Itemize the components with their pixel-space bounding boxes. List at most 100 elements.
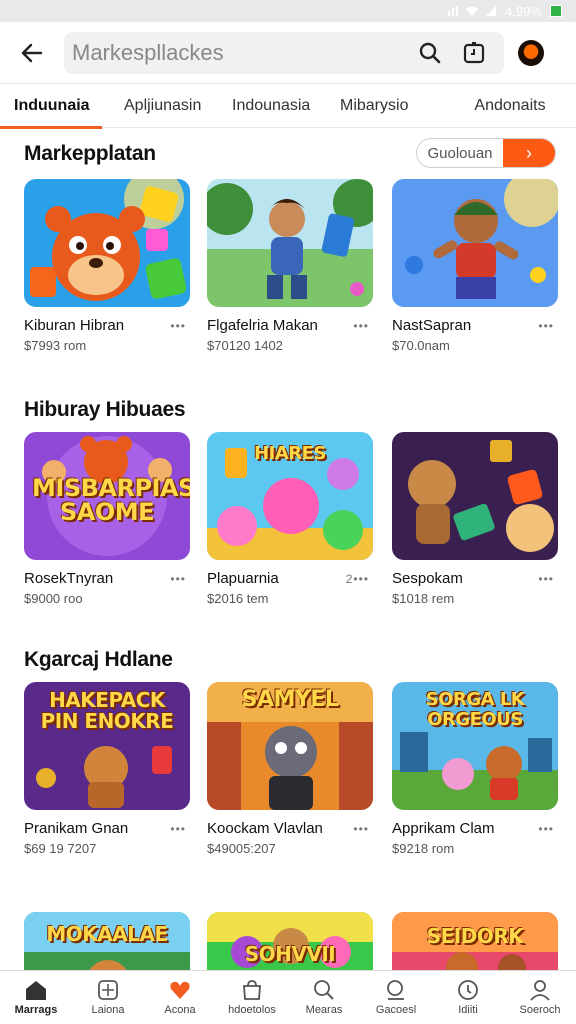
section-marketplace: Markepplatan Guolouan › Kiburan Hibran •… — [0, 128, 576, 368]
product-card[interactable]: SAMYEL Koockam Vlavlan ••• $49005:207 — [207, 682, 373, 856]
product-card[interactable]: SEIDORK — [392, 912, 558, 970]
product-name: RosekTnyran — [24, 570, 114, 587]
product-card[interactable]: SOHVVII — [207, 912, 373, 970]
more-options-button[interactable]: 2••• — [346, 572, 369, 586]
nav-gacoesl[interactable]: Gacoesl — [360, 971, 432, 1024]
art-title: HAKEPACK PIN ENOKRE — [40, 688, 174, 733]
more-options-button[interactable]: ••• — [170, 822, 186, 836]
product-name: Koockam Vlavlan — [207, 820, 323, 837]
product-thumbnail — [207, 179, 373, 307]
nav-idiiti[interactable]: Idiiti — [432, 971, 504, 1024]
tab-mibarysio[interactable]: Mibarysio — [326, 84, 444, 128]
section-title: Kgarcaj Hdlane — [24, 648, 173, 671]
product-card[interactable]: Flgafelria Makan ••• $70120 1402 — [207, 179, 373, 353]
tab-apljiunasin[interactable]: Apljiunasin — [110, 84, 218, 128]
product-card[interactable]: Kiburan Hibran ••• $7993 rom — [24, 179, 190, 353]
search-input[interactable] — [72, 39, 408, 66]
more-options-button[interactable]: ••• — [170, 572, 186, 586]
search-icon — [419, 42, 441, 63]
nav-acona[interactable]: Acona — [144, 971, 216, 1024]
product-card[interactable]: Sespokam ••• $1018 rem — [392, 432, 558, 606]
product-price: $70120 1402 — [207, 338, 283, 353]
art-title: SAMYEL — [241, 687, 339, 712]
cartoon-warrior-art — [392, 179, 558, 307]
product-thumbnail: MISBARPIAS SAOME — [24, 432, 190, 560]
section-title: Hiburay Hibuaes — [24, 398, 186, 421]
art-title: MISBARPIAS SAOME — [32, 474, 190, 526]
tab-label: Mibarysio — [340, 96, 409, 114]
home-icon — [24, 979, 48, 1001]
user-icon — [528, 979, 552, 1001]
bag-icon — [240, 979, 264, 1001]
product-thumbnail: SAMYEL — [207, 682, 373, 810]
product-price: $7993 rom — [24, 338, 87, 353]
nav-label: Gacoesl — [375, 1004, 417, 1016]
battery-text: 4.99% — [505, 3, 542, 19]
nav-laiona[interactable]: Laiona — [72, 971, 144, 1024]
product-card[interactable]: MISBARPIAS SAOME RosekTnyran ••• $9000 r… — [24, 432, 190, 606]
see-all-label: Guolouan — [427, 144, 493, 162]
tab-indounasia[interactable]: Indounasia — [218, 84, 326, 128]
top-bar — [0, 22, 576, 84]
heart-icon — [168, 979, 192, 1001]
nav-label: Acona — [164, 1004, 196, 1016]
product-thumbnail: HIARES — [207, 432, 373, 560]
product-name: NastSapran — [392, 317, 472, 334]
product-price: $9218 rom — [392, 841, 455, 856]
tab-andonaits[interactable]: Andonaits — [444, 84, 576, 128]
category-tabs: Induunaia Apljiunasin Indounasia Mibarys… — [0, 84, 576, 129]
product-card[interactable]: SORGA LK ORGEOUS Apprikam Clam ••• $9218… — [392, 682, 558, 856]
more-options-button[interactable]: ••• — [538, 572, 554, 586]
nav-hdoetolos[interactable]: hdoetolos — [216, 971, 288, 1024]
art-title: SEIDORK — [426, 924, 524, 948]
cartoon-animals-art — [392, 432, 558, 560]
search-button[interactable] — [408, 32, 452, 74]
tab-induunaia[interactable]: Induunaia — [0, 84, 110, 129]
product-thumbnail — [392, 179, 558, 307]
section-title: Markepplatan — [24, 142, 156, 165]
product-name: Kiburan Hibran — [24, 317, 125, 334]
product-card[interactable]: NastSapran ••• $70.0nam — [392, 179, 558, 353]
art-title: SOHVVII — [244, 942, 336, 966]
wifi-icon — [466, 6, 479, 16]
more-options-button[interactable]: ••• — [538, 319, 554, 333]
product-price: $9000 roo — [24, 591, 83, 606]
product-card[interactable]: MOKAALAE — [24, 912, 190, 970]
product-name: Pranikam Gnan — [24, 820, 129, 837]
product-thumbnail: SEIDORK — [392, 912, 558, 970]
product-name: Sespokam — [392, 570, 463, 587]
product-thumbnail — [392, 432, 558, 560]
cartoon-boy-art — [207, 179, 373, 307]
see-all-button[interactable]: Guolouan › — [416, 138, 556, 168]
product-thumbnail: HAKEPACK PIN ENOKRE — [24, 682, 190, 810]
nav-label: Mearas — [305, 1004, 343, 1016]
product-card[interactable]: HAKEPACK PIN ENOKRE Pranikam Gnan ••• $6… — [24, 682, 190, 856]
tab-label: Induunaia — [14, 96, 90, 114]
product-name: Apprikam Clam — [392, 820, 495, 837]
section-hiburan: Hiburay Hibuaes MISBARPIAS SAOME RosekTn… — [0, 384, 576, 624]
more-options-button[interactable]: ••• — [170, 319, 186, 333]
nav-soeroch[interactable]: Soeroch — [504, 971, 576, 1024]
tab-label: Apljiunasin — [124, 96, 202, 114]
chevron-right-icon: › — [503, 139, 555, 167]
signal-icon — [448, 6, 459, 16]
profile-avatar[interactable] — [518, 39, 544, 66]
more-options-button[interactable]: ••• — [353, 319, 369, 333]
more-options-button[interactable]: ••• — [353, 822, 369, 836]
product-price: $2016 tem — [207, 591, 269, 606]
search-box — [64, 31, 504, 74]
nav-label: Laiona — [91, 1004, 125, 1016]
info-icon — [456, 979, 480, 1001]
nav-marrags[interactable]: Marrags — [0, 971, 72, 1024]
back-button[interactable] — [0, 22, 64, 84]
tab-label: Andonaits — [474, 96, 546, 114]
timer-button[interactable] — [452, 32, 496, 74]
tab-label: Indounasia — [232, 96, 311, 114]
product-thumbnail: MOKAALAE — [24, 912, 190, 970]
search-icon — [312, 979, 336, 1001]
grid-icon — [96, 979, 120, 1001]
product-card[interactable]: HIARES Plapuarnia 2••• $2016 tem — [207, 432, 373, 606]
nav-mearas[interactable]: Mearas — [288, 971, 360, 1024]
more-options-button[interactable]: ••• — [538, 822, 554, 836]
nav-label: hdoetolos — [228, 1004, 276, 1016]
